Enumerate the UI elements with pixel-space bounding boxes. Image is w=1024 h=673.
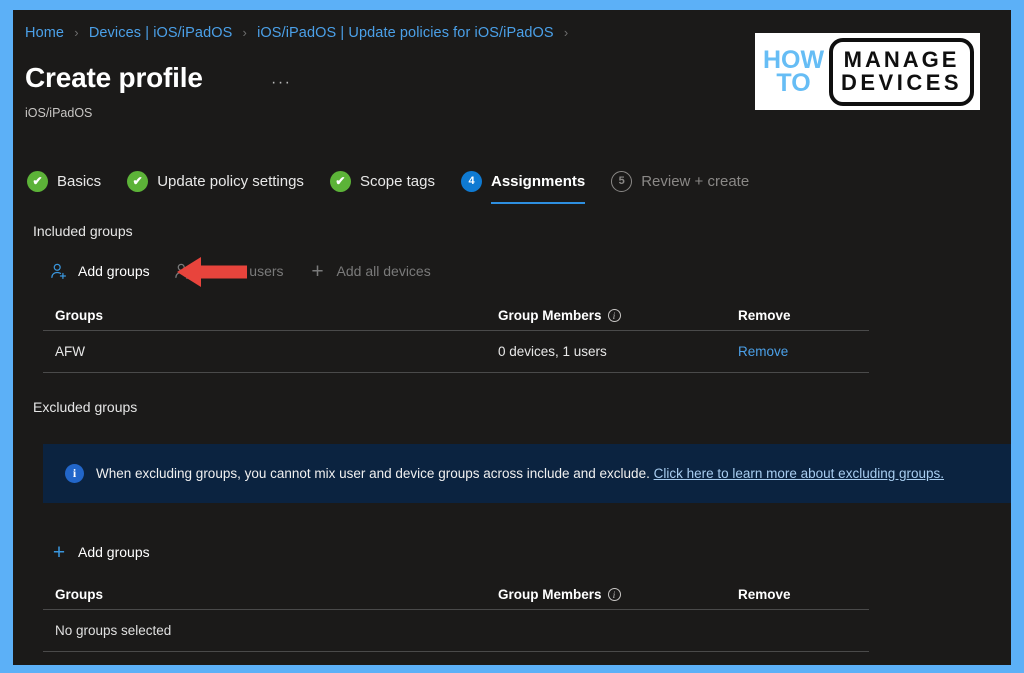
tab-scope-tags[interactable]: ✔ Scope tags	[329, 160, 435, 204]
info-icon: i	[65, 464, 84, 483]
breadcrumb-item-devices[interactable]: Devices | iOS/iPadOS	[89, 25, 233, 41]
cell-group-name: AFW	[55, 344, 85, 359]
breadcrumb-item-home[interactable]: Home	[25, 25, 64, 41]
column-header-group-members: Group Members i	[498, 308, 738, 323]
tab-assignments[interactable]: 4 Assignments	[461, 160, 586, 204]
cell-group-members: 0 devices, 1 users	[498, 344, 607, 359]
step-number-badge: 5	[611, 170, 633, 192]
included-groups-command-bar: Add groups Add all users + Add all devic…	[49, 256, 455, 286]
add-groups-label-included: Add groups	[78, 263, 150, 279]
add-all-users-label: Add all users	[202, 263, 284, 279]
add-groups-label-excluded: Add groups	[78, 544, 150, 560]
column-header-groups: Groups	[55, 308, 104, 323]
plus-icon: +	[52, 540, 66, 564]
screenshot-frame: Home › Devices | iOS/iPadOS › iOS/iPadOS…	[0, 0, 1024, 673]
info-icon[interactable]: i	[607, 588, 621, 601]
step-complete-icon: ✔	[27, 170, 48, 192]
banner-message-text: When excluding groups, you cannot mix us…	[96, 466, 650, 481]
add-all-devices-button[interactable]: + Add all devices	[308, 256, 431, 286]
wizard-steps: ✔ Basics ✔ Update policy settings ✔ Scop…	[27, 160, 775, 204]
logo-manage-text: MANAGE	[843, 47, 960, 73]
banner-learn-more-link[interactable]: Click here to learn more about excluding…	[654, 466, 944, 481]
add-all-users-button[interactable]: Add all users	[174, 256, 284, 286]
step-complete-icon: ✔	[329, 170, 351, 192]
logo-how-to: HOW TO	[763, 47, 824, 97]
page-subtitle: iOS/iPadOS	[25, 106, 93, 120]
tab-review-create[interactable]: 5 Review + create	[611, 160, 749, 204]
no-groups-selected-text: No groups selected	[55, 623, 172, 638]
tab-assignments-label: Assignments	[491, 172, 586, 190]
breadcrumb: Home › Devices | iOS/iPadOS › iOS/iPadOS…	[25, 25, 574, 41]
logo-devices-text: DEVICES	[841, 69, 963, 95]
info-icon[interactable]: i	[607, 309, 621, 322]
excluded-groups-label: Excluded groups	[33, 399, 138, 415]
excluded-groups-table: Groups Group Members i Remove No groups …	[43, 580, 869, 652]
column-header-groups: Groups	[55, 587, 104, 602]
tab-update-policy-settings[interactable]: ✔ Update policy settings	[127, 160, 304, 204]
breadcrumb-item-update-policies[interactable]: iOS/iPadOS | Update policies for iOS/iPa…	[257, 25, 554, 41]
add-person-icon	[49, 261, 69, 281]
breadcrumb-separator: ›	[74, 25, 79, 40]
included-groups-label: Included groups	[33, 223, 133, 239]
banner-message: When excluding groups, you cannot mix us…	[96, 466, 944, 481]
breadcrumb-separator-trailing: ›	[563, 25, 569, 40]
breadcrumb-separator: ›	[242, 25, 247, 40]
tab-basics-label: Basics	[57, 172, 102, 190]
step-number-badge: 4	[461, 170, 482, 192]
plus-icon: +	[311, 259, 324, 283]
column-header-remove: Remove	[738, 587, 791, 602]
add-groups-button-included[interactable]: Add groups	[49, 256, 150, 286]
tab-update-policy-settings-label: Update policy settings	[157, 172, 304, 190]
page-title: Create profile	[25, 62, 203, 93]
cell-remove: Remove	[738, 343, 857, 361]
table-row: AFW 0 devices, 1 users Remove	[43, 331, 869, 373]
table-empty-row: No groups selected	[43, 610, 869, 652]
included-groups-table: Groups Group Members i Remove AFW 0 devi…	[43, 301, 869, 373]
add-groups-button-excluded[interactable]: + Add groups	[49, 537, 150, 567]
add-users-icon	[174, 261, 194, 281]
azure-portal-surface: Home › Devices | iOS/iPadOS › iOS/iPadOS…	[13, 10, 1011, 665]
howtomanagedevices-logo: HOW TO MANAGE DEVICES	[755, 33, 980, 110]
tab-active-underline	[491, 201, 586, 204]
more-options-button[interactable]: ···	[271, 74, 291, 92]
table-header-row: Groups Group Members i Remove	[43, 580, 869, 610]
logo-phone-outline-icon: MANAGE DEVICES	[829, 37, 974, 106]
table-header-row: Groups Group Members i Remove	[43, 301, 869, 331]
tab-scope-tags-label: Scope tags	[359, 172, 435, 190]
excluded-groups-info-banner: i When excluding groups, you cannot mix …	[43, 444, 1011, 503]
add-all-devices-label: Add all devices	[336, 263, 431, 279]
column-header-group-members-label: Group Members	[498, 587, 602, 602]
excluded-groups-command-bar: + Add groups	[49, 537, 174, 567]
logo-to-text: TO	[776, 68, 811, 97]
remove-link[interactable]: Remove	[738, 344, 788, 359]
tab-basics[interactable]: ✔ Basics	[27, 160, 101, 204]
tab-review-create-label: Review + create	[641, 172, 750, 190]
column-header-group-members-label: Group Members	[498, 308, 602, 323]
column-header-group-members: Group Members i	[498, 587, 738, 602]
column-header-remove: Remove	[738, 308, 791, 323]
step-complete-icon: ✔	[127, 170, 149, 192]
